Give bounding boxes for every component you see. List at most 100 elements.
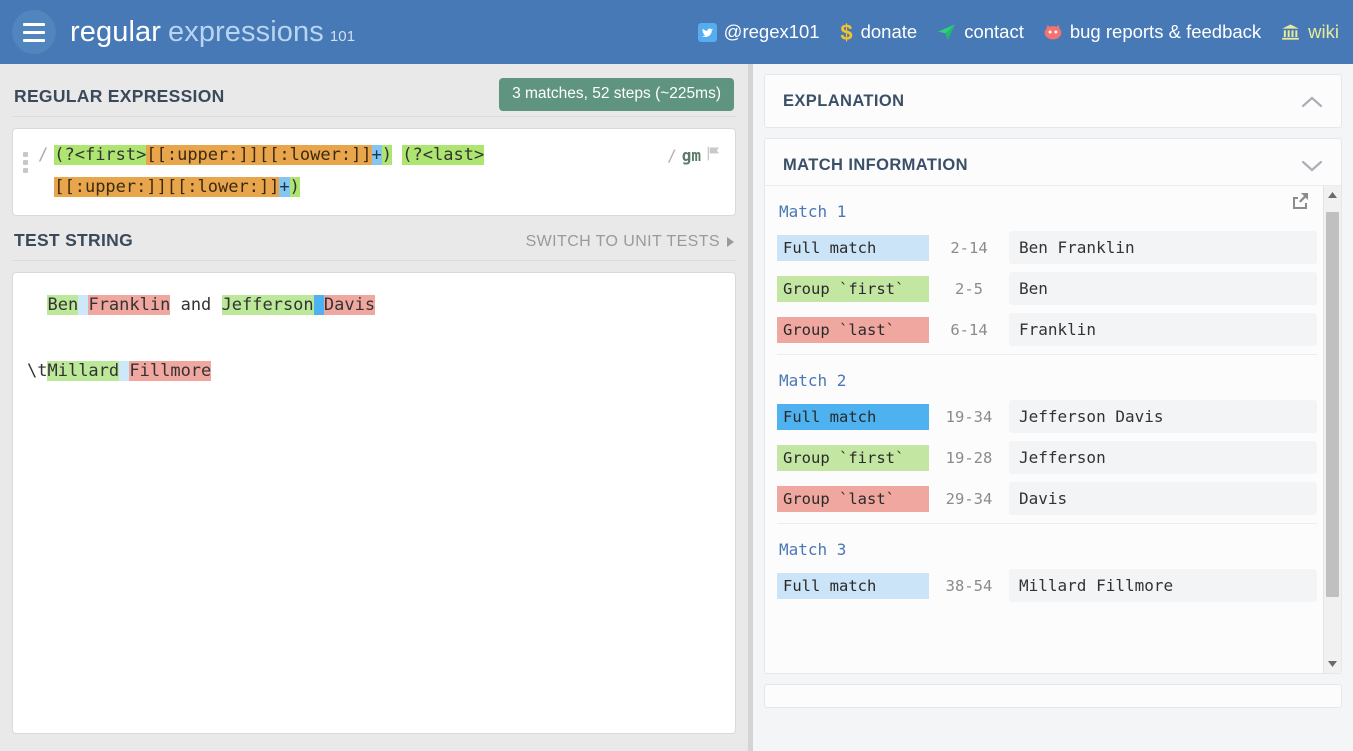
- nav-label-twitter: @regex101: [724, 21, 820, 43]
- switch-link-label: SWITCH TO UNIT TESTS: [526, 233, 720, 251]
- match-row[interactable]: Full match38-54Millard Fillmore: [777, 569, 1317, 602]
- match-value: Davis: [1009, 482, 1317, 515]
- regex-flags[interactable]: / gm: [667, 139, 723, 166]
- drag-dot: [23, 168, 28, 173]
- regex-token-group: (?<first>: [54, 145, 146, 165]
- dollar-icon: $: [839, 21, 854, 44]
- caret-down-icon[interactable]: [1327, 655, 1338, 673]
- match-list[interactable]: Match 1Full match2-14Ben FranklinGroup `…: [765, 186, 1323, 673]
- drag-handle-icon[interactable]: [23, 139, 35, 173]
- test-string-line: Ben Franklin and Jefferson Davis: [27, 289, 721, 322]
- nav-label-wiki: wiki: [1308, 21, 1339, 43]
- match-value: Jefferson Davis: [1009, 400, 1317, 433]
- test-string-input[interactable]: Ben Franklin and Jefferson Davis \tMilla…: [12, 272, 736, 734]
- match-range: 29-34: [929, 490, 1009, 508]
- chevron-right-icon: [727, 237, 734, 247]
- match-value: Millard Fillmore: [1009, 569, 1317, 602]
- logo-word-regular: regular: [70, 16, 161, 49]
- match-range: 6-14: [929, 321, 1009, 339]
- match-label: Match 1: [777, 196, 1317, 231]
- match-row[interactable]: Full match19-34Jefferson Davis: [777, 400, 1317, 433]
- nav-item-twitter[interactable]: @regex101: [698, 21, 820, 43]
- match-value: Ben: [1009, 272, 1317, 305]
- test-segment-space: [78, 295, 88, 315]
- match-label: Match 3: [777, 534, 1317, 569]
- test-segment-none: \t: [27, 361, 47, 381]
- test-segment-none: [27, 295, 47, 315]
- match-badge-label: Group `first`: [777, 445, 929, 471]
- regex-pattern[interactable]: (?<first>[[:upper:]][[:lower:]]+) (?<las…: [48, 139, 667, 203]
- chevron-up-icon[interactable]: [1301, 95, 1323, 109]
- scrollbar-thumb[interactable]: [1326, 212, 1339, 597]
- match-row[interactable]: Full match2-14Ben Franklin: [777, 231, 1317, 264]
- match-range: 2-14: [929, 239, 1009, 257]
- match-badge-label: Full match: [777, 404, 929, 430]
- share-icon[interactable]: [1289, 190, 1311, 217]
- match-count-badge: 3 matches, 52 steps (~225ms): [499, 78, 734, 111]
- match-information-title: MATCH INFORMATION: [783, 156, 968, 175]
- test-section-title: TEST STRING: [14, 230, 133, 251]
- main-area: REGULAR EXPRESSION 3 matches, 52 steps (…: [0, 64, 1353, 751]
- nav-item-contact[interactable]: contact: [936, 21, 1024, 43]
- regex-input-box[interactable]: / (?<first>[[:upper:]][[:lower:]]+) (?<l…: [12, 128, 736, 216]
- test-segment-space: [119, 361, 129, 381]
- regex-token-plain: [392, 145, 402, 165]
- flag-icon[interactable]: [706, 145, 723, 166]
- nav-label-bug-feedback: bug reports & feedback: [1070, 21, 1261, 43]
- logo-word-expressions: expressions: [168, 16, 324, 49]
- nav-label-donate: donate: [861, 21, 918, 43]
- nav-item-bug-reports[interactable]: bug reports & feedback: [1043, 21, 1261, 43]
- match-badge-label: Group `last`: [777, 486, 929, 512]
- match-badge-label: Group `first`: [777, 276, 929, 302]
- chevron-down-icon[interactable]: [1301, 159, 1323, 173]
- hamburger-bar: [23, 23, 45, 26]
- match-row[interactable]: Group `last`6-14Franklin: [777, 313, 1317, 346]
- test-segment-first: Ben: [47, 295, 78, 315]
- switch-to-unit-tests-link[interactable]: SWITCH TO UNIT TESTS: [526, 233, 734, 251]
- test-segment-last: Franklin: [88, 295, 170, 315]
- match-value: Ben Franklin: [1009, 231, 1317, 264]
- site-logo[interactable]: regular expressions 101: [70, 16, 355, 49]
- match-row[interactable]: Group `first`2-5Ben: [777, 272, 1317, 305]
- nav-label-bug-reports: contact: [964, 21, 1024, 43]
- nav-item-wiki[interactable]: wiki: [1280, 21, 1339, 43]
- match-information-header[interactable]: MATCH INFORMATION: [765, 139, 1341, 186]
- test-string-line: \tMillard Fillmore: [27, 355, 721, 388]
- match-group: Match 2Full match19-34Jefferson Davis Gro…: [777, 354, 1317, 515]
- regex-flags-value: gm: [682, 146, 701, 165]
- test-segment-space-active: [314, 295, 324, 315]
- match-range: 38-54: [929, 577, 1009, 595]
- hamburger-bar: [23, 31, 45, 34]
- test-segment-none: and: [170, 295, 221, 315]
- match-label: Match 2: [777, 365, 1317, 400]
- svg-text:$: $: [840, 21, 852, 44]
- test-segment-first: Millard: [47, 361, 119, 381]
- match-group: Match 3Full match38-54Millard Fillmore: [777, 523, 1317, 602]
- match-badge-label: Full match: [777, 573, 929, 599]
- drag-dot: [23, 160, 28, 165]
- regex-token-group: ): [382, 145, 392, 165]
- test-segment-last: Davis: [324, 295, 375, 315]
- test-string-line: [27, 322, 721, 355]
- caret-up-icon[interactable]: [1327, 186, 1338, 204]
- left-column: REGULAR EXPRESSION 3 matches, 52 steps (…: [0, 64, 748, 751]
- regex-token-class: [[:upper:]][[:lower:]]: [54, 177, 279, 197]
- match-value: Franklin: [1009, 313, 1317, 346]
- match-row[interactable]: Group `first`19-28Jefferson: [777, 441, 1317, 474]
- explanation-header[interactable]: EXPLANATION: [765, 75, 1341, 127]
- regex-token-quantifier: +: [279, 177, 289, 197]
- match-badge-label: Full match: [777, 235, 929, 261]
- match-row[interactable]: Group `last`29-34Davis: [777, 482, 1317, 515]
- test-section-header: TEST STRING SWITCH TO UNIT TESTS: [12, 216, 736, 261]
- gitlab-bug-icon: [1043, 22, 1063, 42]
- drag-dot: [23, 152, 28, 157]
- scrollbar-track[interactable]: [1324, 204, 1341, 655]
- bank-icon: [1280, 22, 1301, 42]
- regex-line: [[:upper:]][[:lower:]]+): [54, 171, 661, 203]
- hamburger-icon[interactable]: [12, 10, 56, 54]
- twitter-icon: [698, 23, 717, 42]
- match-scrollbar[interactable]: [1323, 186, 1341, 673]
- hamburger-bar: [23, 39, 45, 42]
- nav-item-donate[interactable]: $ donate: [839, 21, 918, 44]
- regex-section-title: REGULAR EXPRESSION: [14, 86, 225, 107]
